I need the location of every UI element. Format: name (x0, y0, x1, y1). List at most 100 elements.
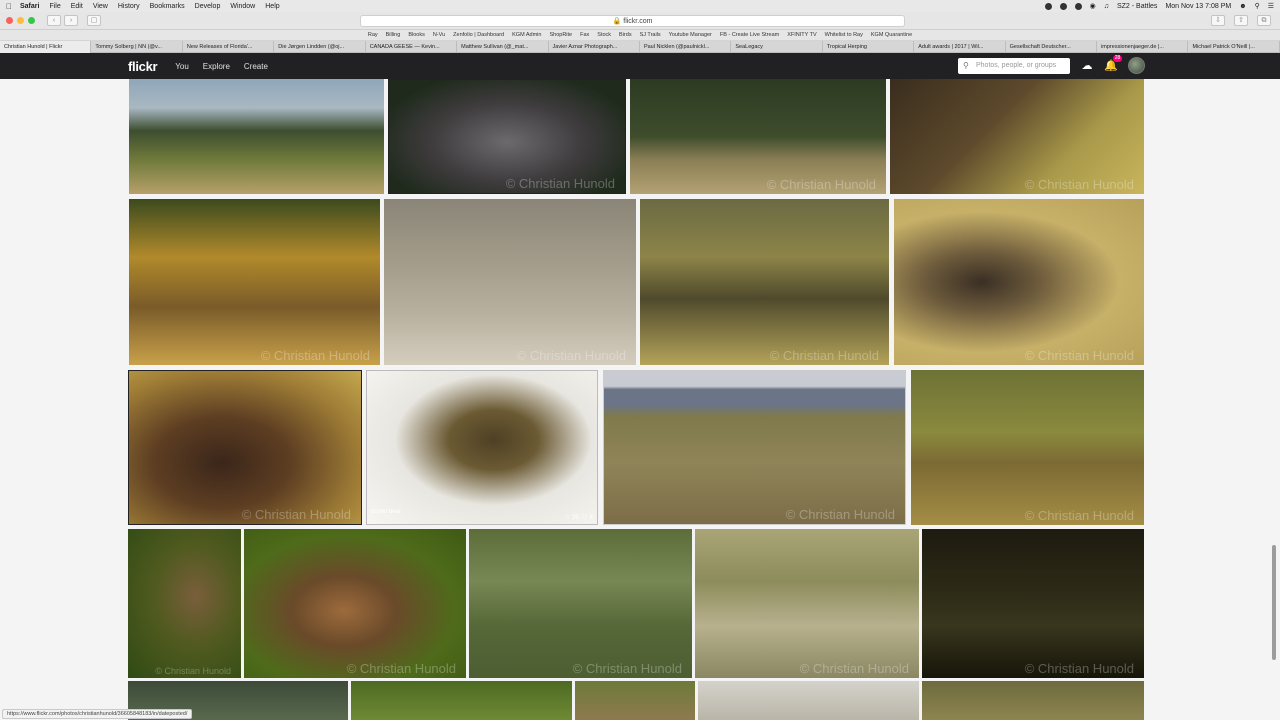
volume-icon[interactable]: ♫ (1104, 3, 1109, 10)
favorite-item[interactable]: Fax (580, 32, 589, 38)
tab[interactable]: Tommy Solberg | NN (@v... (91, 40, 183, 53)
favorite-item[interactable]: Zenfolio | Dashboard (453, 32, 504, 38)
photo-tile[interactable]: © Christian Hunold (640, 199, 889, 365)
favorite-item[interactable]: SJ Trails (640, 32, 661, 38)
upload-icon[interactable]: ☁ (1080, 59, 1094, 73)
apple-icon[interactable]:  (6, 2, 12, 11)
menubar-status-text[interactable]: SZ2 - Battles (1117, 3, 1157, 10)
photo-tile[interactable]: © Christian Hunold (603, 370, 906, 525)
tab[interactable]: Javier Aznar Photograph... (549, 40, 640, 53)
favorite-item[interactable]: Stock (597, 32, 611, 38)
tab[interactable]: Gesellschaft Deutscher... (1006, 40, 1098, 53)
sidebar-toggle-button[interactable]: ▢ (87, 15, 101, 26)
status-icon[interactable] (1074, 2, 1082, 10)
menu-file[interactable]: File (49, 3, 60, 10)
menu-history[interactable]: History (118, 3, 140, 10)
photo-tile[interactable]: © Christian Hunold (128, 370, 362, 525)
photo-tile[interactable]: © Christian Hunold (630, 79, 886, 194)
photo-watermark: © Christian Hunold (1024, 508, 1134, 523)
nav-you[interactable]: You (175, 62, 189, 71)
menu-develop[interactable]: Develop (195, 3, 221, 10)
favorite-item[interactable]: FB - Create Live Stream (720, 32, 779, 38)
photo-tile[interactable] (922, 681, 1144, 720)
photo-tile[interactable]: © Christian Hunold (244, 529, 466, 678)
status-icon[interactable] (1059, 2, 1067, 10)
tab[interactable]: impressionenjaeger.de |... (1097, 40, 1189, 53)
tabs-overview-icon[interactable]: ⧉ (1257, 15, 1271, 26)
vertical-scrollbar[interactable] (1272, 545, 1276, 660)
menu-window[interactable]: Window (230, 3, 255, 10)
menu-list-icon[interactable]: ☰ (1268, 2, 1274, 10)
favorite-star-icon[interactable]: ☆ (565, 515, 570, 521)
photo-tile[interactable]: © Christian Hunold (129, 199, 380, 365)
photo-tile[interactable]: © Christian Hunold (922, 529, 1144, 678)
menu-help[interactable]: Help (265, 3, 279, 10)
share-icon[interactable]: ⇧ (1234, 15, 1248, 26)
menu-bookmarks[interactable]: Bookmarks (150, 3, 185, 10)
back-button[interactable]: ‹ (47, 15, 61, 26)
favorite-item[interactable]: KGM Admin (512, 32, 541, 38)
tab[interactable]: Paul Nicklen (@paulnickl... (640, 40, 732, 53)
photo-tile[interactable]: brown bear ☆ 35 🗨 6 (366, 370, 598, 525)
favorite-item[interactable]: Billing (386, 32, 401, 38)
comment-icon[interactable]: 🗨 (580, 515, 588, 521)
photo-tile[interactable]: © Christian Hunold (695, 529, 919, 678)
menu-edit[interactable]: Edit (71, 3, 83, 10)
tab[interactable]: Michael Patrick O'Neill |... (1188, 40, 1280, 53)
tab[interactable]: New Releases of Florida'... (183, 40, 275, 53)
flickr-logo[interactable]: flickr (128, 59, 158, 74)
photo-caption[interactable]: brown bear (371, 509, 401, 515)
forward-button[interactable]: › (64, 15, 78, 26)
photo-watermark: © Christian Hunold (505, 176, 615, 191)
comments-count: 6 (589, 515, 593, 521)
address-bar[interactable]: 🔒 flickr.com (360, 15, 905, 27)
photo-tile[interactable] (698, 681, 919, 720)
favorite-item[interactable]: Ray (368, 32, 378, 38)
favorite-item[interactable]: Whitelist to Ray (825, 32, 863, 38)
minimize-window-button[interactable] (17, 17, 24, 24)
tab[interactable]: Die Jørgen Lindden (@oj... (274, 40, 366, 53)
photo-tile[interactable]: © Christian Hunold (911, 370, 1144, 525)
close-window-button[interactable] (6, 17, 13, 24)
wifi-icon[interactable]: ◉ (1090, 2, 1096, 10)
photo-tile[interactable]: © Christian Hunold (469, 529, 692, 678)
favorite-item[interactable]: Youtube Manager (669, 32, 712, 38)
status-bar-url: https://www.flickr.com/photos/christianh… (2, 709, 193, 719)
favorite-item[interactable]: Blooks (408, 32, 425, 38)
menubar-clock[interactable]: Mon Nov 13 7:08 PM (1165, 3, 1231, 10)
favorites-bar: Ray Billing Blooks N-Vu Zenfolio | Dashb… (0, 30, 1280, 41)
download-icon[interactable]: ⇩ (1211, 15, 1225, 26)
tab[interactable]: CANADA GEESE — Kevin... (366, 40, 458, 53)
avatar[interactable] (1128, 57, 1145, 74)
photo-tile[interactable]: © Christian Hunold (388, 79, 626, 194)
photo-tile[interactable]: © Christian Hunold (894, 199, 1144, 365)
favorite-item[interactable]: N-Vu (433, 32, 445, 38)
photo-watermark: © Christian Hunold (1024, 661, 1134, 676)
zoom-window-button[interactable] (28, 17, 35, 24)
nav-create[interactable]: Create (244, 62, 268, 71)
tab[interactable]: SeaLegacy (731, 40, 823, 53)
photo-tile[interactable] (351, 681, 572, 720)
status-icon[interactable] (1044, 2, 1052, 10)
favorite-item[interactable]: Birds (619, 32, 632, 38)
user-icon[interactable]: ☻ (1239, 3, 1246, 10)
photo-tile[interactable]: © Christian Hunold (384, 199, 636, 365)
photo-tile[interactable] (575, 681, 695, 720)
photo-watermark: © Christian Hunold (766, 177, 876, 192)
tab[interactable]: Tropical Herping (823, 40, 915, 53)
photo-tile[interactable] (129, 79, 384, 194)
favorite-item[interactable]: KGM Quarantine (871, 32, 912, 38)
tab[interactable]: Adult awards | 2017 | Wil... (914, 40, 1006, 53)
tab[interactable]: Matthew Sullivan (@_mat... (457, 40, 549, 53)
photo-tile[interactable]: © Christian Hunold (890, 79, 1144, 194)
nav-explore[interactable]: Explore (203, 62, 230, 71)
photo-tile[interactable]: © Christian Hunold (128, 529, 241, 678)
search-input[interactable]: ⚲ Photos, people, or groups (958, 58, 1070, 74)
spotlight-icon[interactable]: ⚲ (1255, 2, 1260, 10)
notifications-badge: 28 (1113, 55, 1122, 62)
tab-christian-hunold[interactable]: Christian Hunold | Flickr (0, 40, 92, 53)
favorite-item[interactable]: XFINITY TV (787, 32, 816, 38)
favorite-item[interactable]: ShopRite (549, 32, 572, 38)
menu-app-name[interactable]: Safari (20, 3, 39, 10)
menu-view[interactable]: View (93, 3, 108, 10)
